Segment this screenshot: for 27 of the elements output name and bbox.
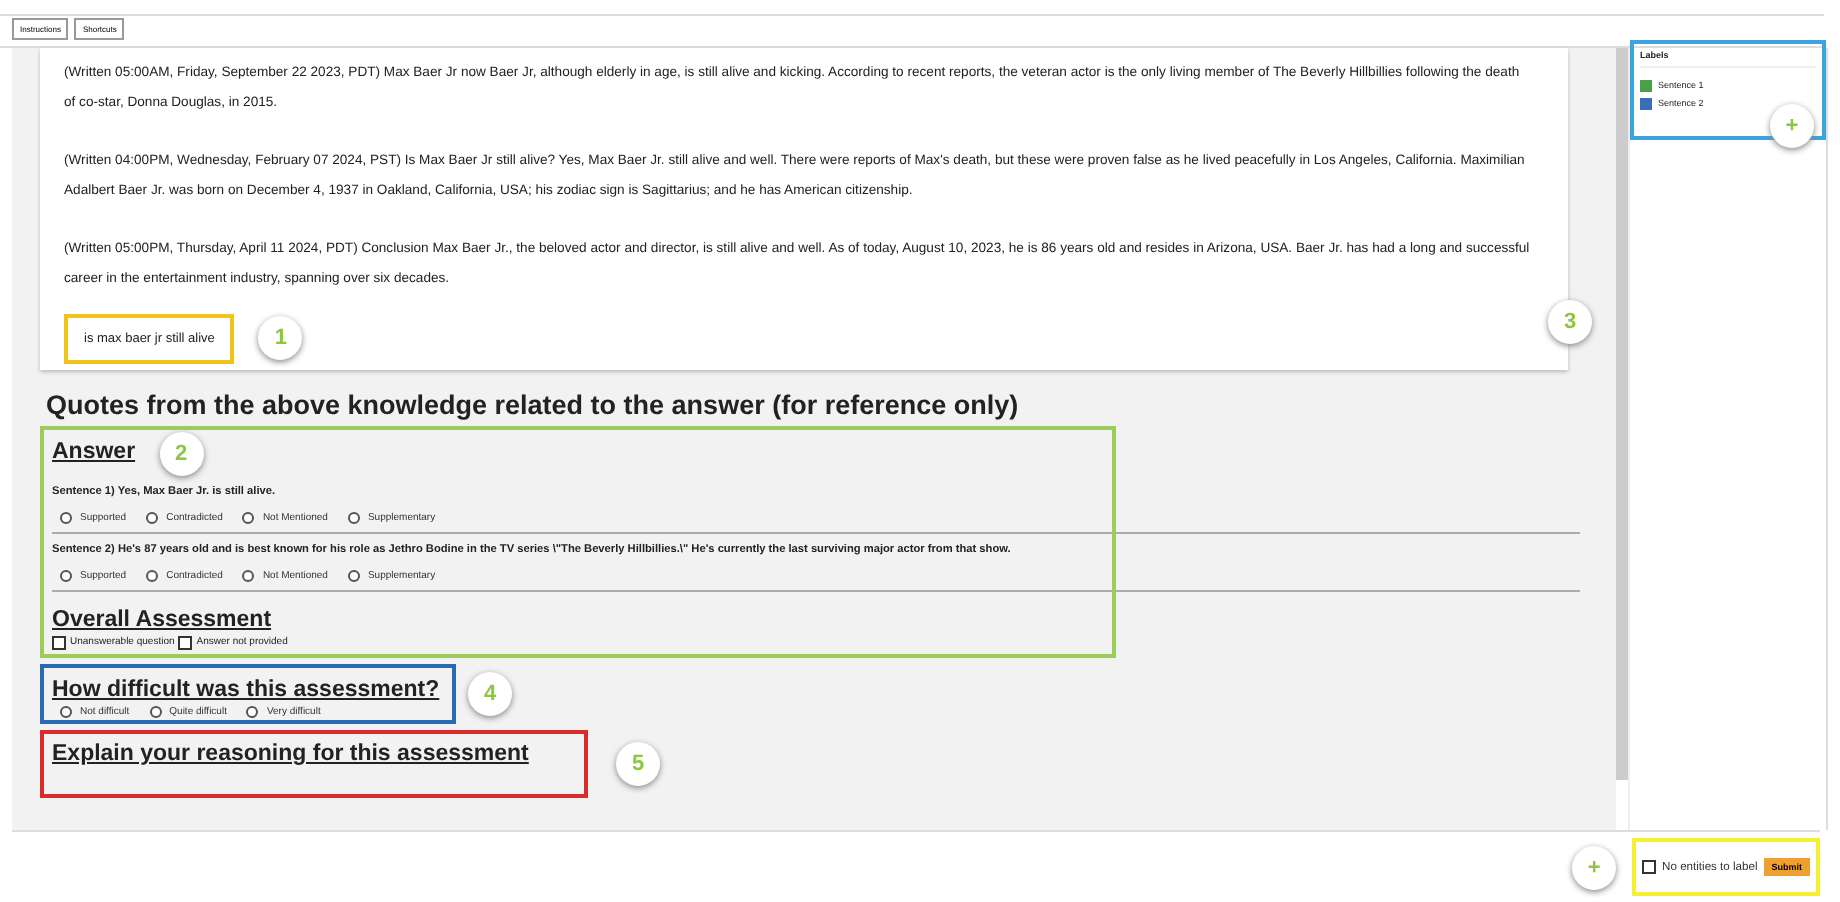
checkbox[interactable] (1642, 860, 1657, 875)
radio-button[interactable] (242, 569, 255, 582)
section-heading: Quotes from the above knowledge related to the answer (for reference only) (46, 389, 1021, 420)
radio-button[interactable] (146, 511, 159, 524)
callout-badge: 2 (159, 431, 204, 476)
scrollbar[interactable] (1616, 47, 1628, 780)
radio-button[interactable] (146, 569, 159, 582)
callout-badge: + (1770, 103, 1814, 148)
callout-badge: 4 (468, 671, 512, 716)
overall-heading: Overall Assessment (52, 605, 272, 636)
checkbox[interactable] (178, 635, 193, 650)
radio-button[interactable] (60, 569, 72, 582)
callout-badge: 3 (1548, 299, 1592, 344)
radio-button[interactable] (60, 705, 72, 718)
radio-button[interactable] (242, 511, 255, 524)
radio-button[interactable] (347, 569, 360, 582)
radio-button[interactable] (347, 511, 360, 524)
radio-button[interactable] (246, 705, 259, 718)
callout-badge: 5 (616, 741, 660, 786)
radio-button[interactable] (149, 705, 162, 718)
answer-heading: Answer (52, 438, 136, 469)
reasoning-heading: Explain your reasoning for this assessment (52, 739, 529, 770)
radio-button[interactable] (60, 511, 72, 524)
difficulty-heading: How difficult was this assessment? (52, 675, 440, 706)
checkbox[interactable] (52, 635, 66, 650)
callout-badge: 1 (258, 316, 303, 361)
callout-badge: + (1572, 845, 1617, 890)
